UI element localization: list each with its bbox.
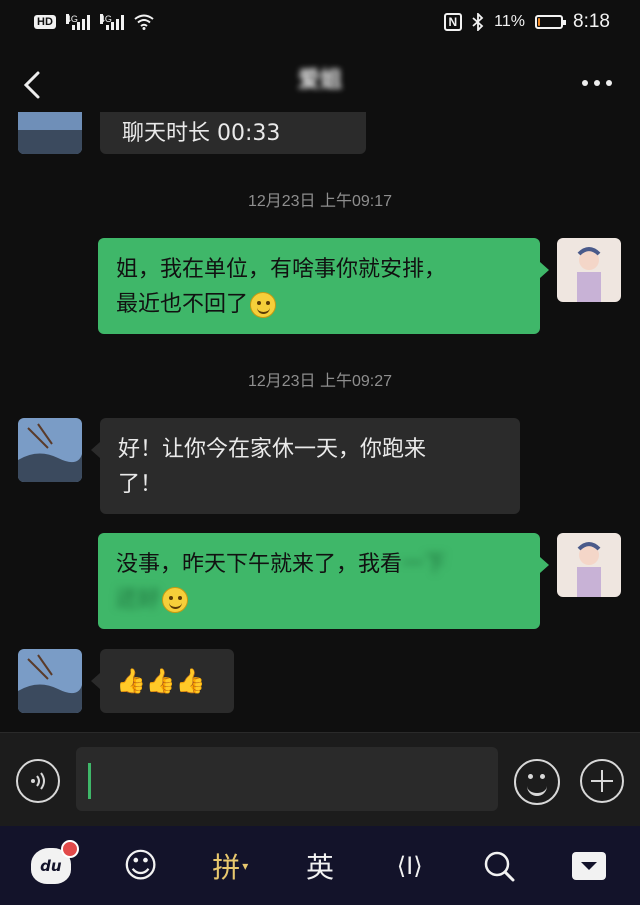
grin-emoji-icon xyxy=(162,587,189,613)
message-bubble-incoming[interactable]: 👍👍👍 xyxy=(100,649,234,713)
search-icon xyxy=(485,851,515,881)
cursor-move-icon: ⟨I⟩ xyxy=(396,851,423,880)
wifi-icon xyxy=(134,14,154,30)
message-text-line: 没事，昨天下午就来了，我看一下 xyxy=(116,547,522,582)
pinyin-label: 拼 xyxy=(212,850,241,884)
status-left: HD 4G 4G xyxy=(34,14,154,30)
call-duration-text: 聊天时长 00:33 xyxy=(122,121,281,146)
message-text-line: 最近也不回了 xyxy=(116,287,522,322)
emoji-icon[interactable] xyxy=(514,759,560,805)
smile-emoji-icon xyxy=(250,292,277,318)
keyboard-emoji-button[interactable]: ☺ xyxy=(106,836,176,896)
signal-sim1-icon: 4G xyxy=(65,14,90,30)
search-button[interactable] xyxy=(464,836,534,896)
message-bubble-incoming[interactable]: 聊天时长 00:33 xyxy=(100,112,366,154)
bubble-tail xyxy=(91,673,100,689)
pinyin-button[interactable]: 拼 ▾ xyxy=(195,836,265,896)
status-bar: HD 4G 4G N 11% 8:18 xyxy=(0,0,640,44)
bubble-tail xyxy=(540,262,549,278)
english-label: 英 xyxy=(305,850,334,884)
contact-avatar[interactable] xyxy=(18,112,82,154)
input-bar xyxy=(0,732,640,826)
chat-title: 爱姐 xyxy=(297,68,342,93)
bluetooth-icon xyxy=(472,13,484,31)
bubble-tail xyxy=(91,442,100,458)
sim1-label: 4G xyxy=(65,14,78,24)
message-bubble-outgoing[interactable]: 姐，我在单位，有啥事你就安排， 最近也不回了 xyxy=(98,238,540,334)
hide-keyboard-icon xyxy=(572,851,607,880)
my-avatar[interactable] xyxy=(557,238,621,302)
message-text-line: 了！ xyxy=(118,472,163,497)
du-logo-icon: du xyxy=(30,839,79,884)
sim2-label: 4G xyxy=(99,14,112,24)
message-input[interactable] xyxy=(76,747,498,811)
message-text: 最近也不回了 xyxy=(116,292,249,317)
contact-avatar[interactable] xyxy=(18,418,82,482)
notification-badge xyxy=(60,839,79,858)
redacted-text: 一下 xyxy=(402,552,447,577)
hide-keyboard-button[interactable] xyxy=(554,836,624,896)
bubble-tail xyxy=(540,557,549,573)
message-timestamp: 12月23日 上午09:27 xyxy=(247,373,393,390)
plus-icon[interactable] xyxy=(580,759,624,803)
nfc-icon: N xyxy=(443,13,463,31)
voice-icon[interactable] xyxy=(16,759,60,803)
chevron-down-icon: ▾ xyxy=(242,858,249,873)
thumbs-up-emoji: 👍👍👍 xyxy=(116,667,206,695)
clock: 8:18 xyxy=(573,11,610,32)
chevron-left-icon[interactable] xyxy=(18,68,48,102)
chat-area[interactable]: 聊天时长 00:33 12月23日 上午09:17 姐，我在单位，有啥事你就安排… xyxy=(0,112,640,732)
message-text-line: 好！让你今在家休一天，你跑来 xyxy=(118,437,427,462)
message-bubble-outgoing[interactable]: 没事，昨天下午就来了，我看一下 还好 xyxy=(98,533,540,629)
du-label: du xyxy=(40,856,62,875)
message-bubble-incoming[interactable]: 好！让你今在家休一天，你跑来 了！ xyxy=(100,418,520,514)
smiley-icon: ☺ xyxy=(122,845,159,886)
battery-percent: 11% xyxy=(494,13,526,30)
signal-sim2-icon: 4G xyxy=(99,14,124,30)
battery-fill xyxy=(538,18,541,26)
hd-badge: HD xyxy=(34,15,56,29)
cursor-move-button[interactable]: ⟨I⟩ xyxy=(375,836,445,896)
keyboard-toolbar: du ☺ 拼 ▾ 英 ⟨I⟩ xyxy=(0,826,640,905)
english-button[interactable]: 英 xyxy=(285,836,355,896)
message-timestamp: 12月23日 上午09:17 xyxy=(247,193,393,210)
my-avatar[interactable] xyxy=(557,533,621,597)
contact-avatar[interactable] xyxy=(18,649,82,713)
status-right: N 11% 8:18 xyxy=(443,11,610,33)
message-text-line: 还好 xyxy=(116,582,522,617)
message-text-line: 姐，我在单位，有啥事你就安排， xyxy=(116,257,447,282)
more-dots-icon[interactable] xyxy=(582,80,612,86)
message-text: 没事，昨天下午就来了，我看 xyxy=(116,552,403,577)
battery-icon xyxy=(535,15,567,29)
redacted-text: 还好 xyxy=(116,587,161,612)
du-logo-button[interactable]: du xyxy=(16,836,86,896)
text-cursor xyxy=(88,763,91,799)
